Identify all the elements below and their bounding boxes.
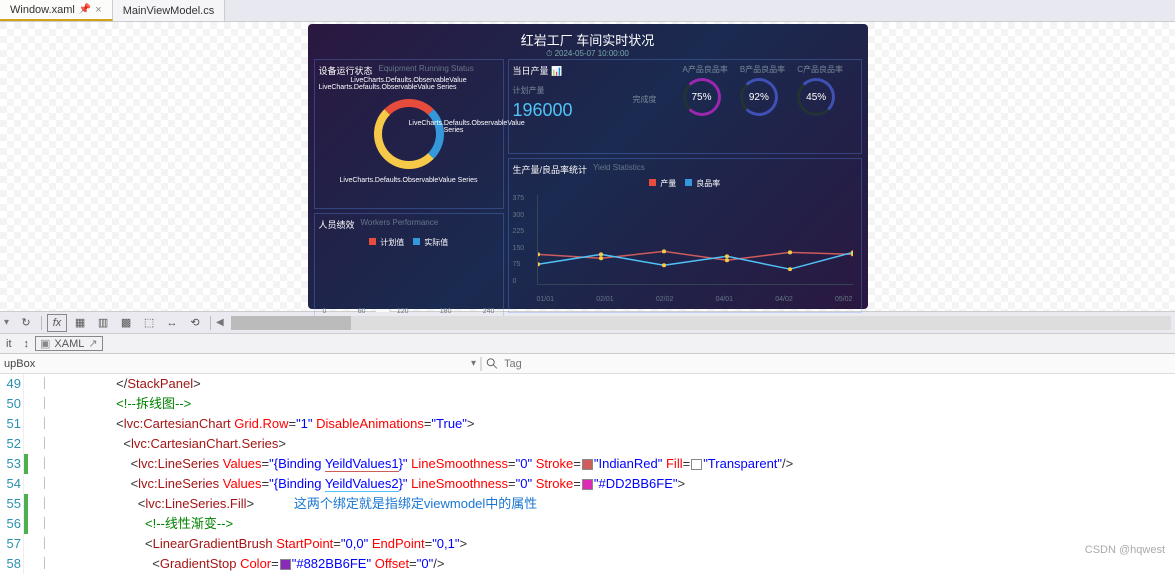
change-marks — [24, 374, 40, 574]
x-tick: 240 — [483, 308, 495, 315]
chart-label: LiveCharts.Defaults.ObservableValue Seri… — [409, 120, 499, 134]
tab-label: MainViewModel.cs — [123, 5, 215, 17]
tool-arrows[interactable]: ↔ — [162, 314, 182, 332]
tool-rotate[interactable]: ⟲ — [185, 314, 205, 332]
chart-label: LiveCharts.Defaults.ObservableValue Seri… — [319, 177, 499, 184]
chart-label: LiveCharts.Defaults.ObservableValue Seri… — [319, 84, 499, 91]
y-tick: 300 — [513, 212, 533, 219]
x-tick: 02/01 — [596, 296, 614, 303]
panel-title-en: Yield Statistics — [593, 163, 645, 176]
x-tick: 60 — [358, 308, 366, 315]
x-tick: 01/01 — [537, 296, 555, 303]
y-tick: 375 — [513, 195, 533, 202]
code-area[interactable]: </StackPanel> <!--拆线图--> <lvc:CartesianC… — [80, 374, 1175, 574]
toolbar-dropdown[interactable]: ▾ — [4, 317, 9, 328]
pin-icon[interactable]: 📌 — [79, 4, 91, 15]
tool-grid-2[interactable]: ▥ — [93, 314, 113, 332]
panel-title-cn: 人员绩效 — [319, 218, 355, 231]
legend-label: 实际值 — [424, 238, 448, 247]
today-title: 当日产量 — [513, 66, 549, 76]
ring-label: C产品良品率 — [797, 64, 843, 75]
legend-swatch — [649, 179, 656, 186]
x-tick: 02/02 — [656, 296, 674, 303]
code-editor[interactable]: 49505152535455565758 ││││││││││ </StackP… — [0, 374, 1175, 574]
scrollbar-horizontal[interactable] — [231, 316, 1171, 330]
watermark: CSDN @hqwest — [1085, 544, 1165, 556]
ring-label: B产品良品率 — [740, 64, 785, 75]
ring-gauge: 45% — [797, 78, 835, 116]
line-plot — [537, 195, 853, 285]
chart-icon: 📊 — [551, 66, 562, 76]
performance-panel: 人员绩效 Workers Performance 计划值 实际值 0 60 12… — [314, 213, 504, 323]
tab-window-xaml[interactable]: Window.xaml 📌 × — [0, 0, 113, 21]
ring-gauge: 92% — [740, 78, 778, 116]
breadcrumb-text[interactable]: upBox — [0, 358, 35, 370]
x-tick: 04/01 — [716, 296, 734, 303]
panel-title-cn: 设备运行状态 — [319, 64, 373, 77]
tool-btn[interactable]: ↻ — [16, 314, 36, 332]
dashboard-title: 红岩工厂 车间实时状况 — [314, 30, 862, 49]
y-tick: 150 — [513, 245, 533, 252]
fold-column: ││││││││││ — [40, 374, 80, 574]
dropdown-arrow-icon[interactable]: ▾ — [471, 358, 476, 369]
complete-label: 完成度 — [633, 64, 683, 149]
plan-label: 计划产量 — [513, 85, 633, 96]
tool-select[interactable]: ⬚ — [139, 314, 159, 332]
panel-title-en: Equipment Running Status — [379, 64, 474, 77]
y-tick: 225 — [513, 228, 533, 235]
legend-swatch — [369, 238, 376, 245]
design-canvas[interactable]: 红岩工厂 车间实时状况 ⏱ 2024-05-07 10:00:00 设备运行状态… — [308, 24, 868, 309]
tab-label: Window.xaml — [10, 4, 75, 16]
split-btn[interactable]: it — [0, 336, 18, 352]
x-tick: 120 — [397, 308, 409, 315]
x-tick: 05/02 — [835, 296, 853, 303]
designer-surface[interactable]: 1" 红岩工厂 车间实时状况 ⏱ 2024-05-07 10:00:00 设备运… — [0, 22, 1175, 312]
ring-gauge: 75% — [683, 78, 721, 116]
y-tick: 75 — [513, 261, 533, 268]
xaml-pane-button[interactable]: ▣ XAML ↗ — [35, 336, 103, 351]
plan-value: 196000 — [513, 100, 633, 121]
dashboard-timestamp: ⏱ 2024-05-07 10:00:00 — [314, 49, 862, 59]
legend-swatch — [685, 179, 692, 186]
tool-grid-3[interactable]: ▩ — [116, 314, 136, 332]
legend-swatch — [413, 238, 420, 245]
panel-title-cn: 生产量/良品率统计 — [513, 163, 588, 176]
search-icon — [485, 357, 499, 371]
close-icon[interactable]: × — [95, 4, 101, 16]
legend-label: 产量 — [660, 179, 676, 188]
stats-panel: 生产量/良品率统计 Yield Statistics 产量 良品率 375 30… — [508, 158, 862, 313]
scroll-left[interactable]: ◀ — [216, 317, 224, 328]
legend-label: 良品率 — [696, 179, 720, 188]
ring-label: A产品良品率 — [683, 64, 728, 75]
legend-label: 计划值 — [380, 238, 404, 247]
equipment-panel: 设备运行状态 Equipment Running Status LiveChar… — [314, 59, 504, 209]
ring-group: A产品良品率 75% B产品良品率 92% C产品良品率 45% — [683, 64, 843, 149]
x-tick: 04/02 — [775, 296, 793, 303]
chart-label: LiveCharts.Defaults.ObservableValue — [319, 77, 499, 84]
panel-title-en: Workers Performance — [361, 218, 439, 231]
tool-fx[interactable]: fx — [47, 314, 67, 332]
line-gutter: 49505152535455565758 — [0, 374, 24, 574]
x-tick: 180 — [440, 308, 452, 315]
x-tick: 0 — [323, 308, 327, 315]
split-btn[interactable]: ↕ — [18, 336, 36, 352]
document-tabs: Window.xaml 📌 × MainViewModel.cs — [0, 0, 1175, 22]
tool-grid-1[interactable]: ▦ — [70, 314, 90, 332]
tab-mainviewmodel[interactable]: MainViewModel.cs — [113, 0, 226, 21]
split-bar: it ↕ ▣ XAML ↗ — [0, 334, 1175, 354]
today-panel: 当日产量 📊 计划产量 196000 完成度 A产品良品率 75% B — [508, 59, 862, 154]
donut-chart — [374, 99, 444, 169]
designer-toolbar: ▾ ↻ fx ▦ ▥ ▩ ⬚ ↔ ⟲ ◀ — [0, 312, 1175, 334]
breadcrumb-bar: upBox ▾ — [0, 354, 1175, 374]
y-tick: 0 — [513, 278, 533, 285]
tag-input[interactable] — [504, 358, 704, 370]
